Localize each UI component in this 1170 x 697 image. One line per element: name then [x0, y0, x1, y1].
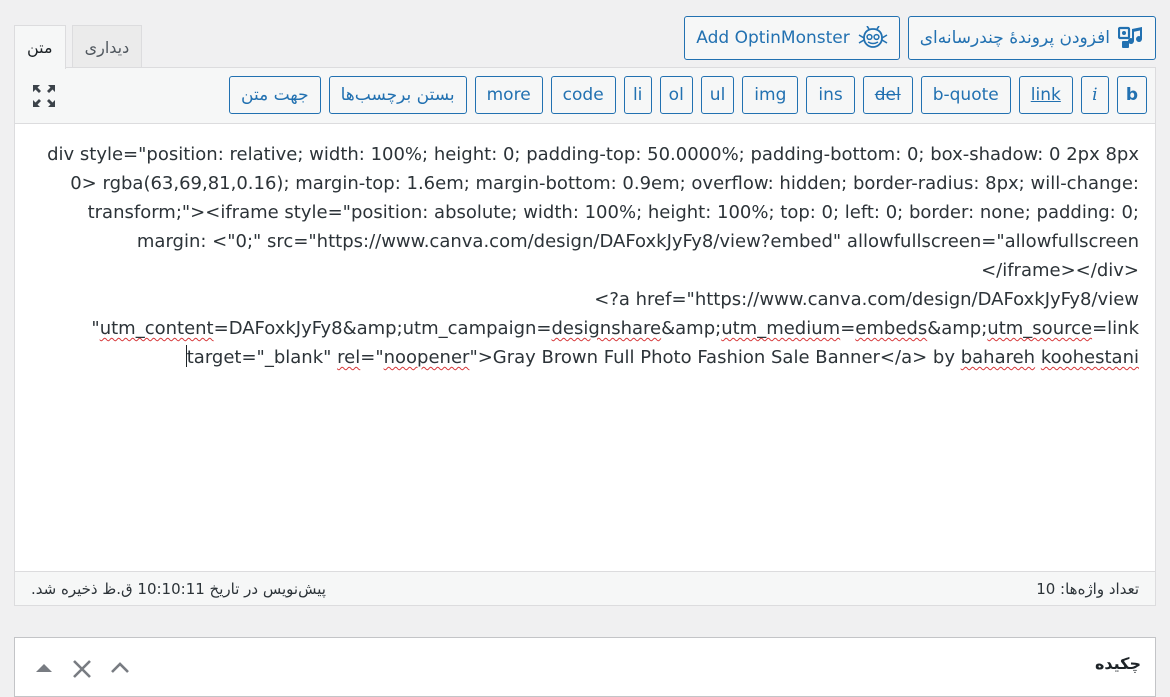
postbox-handles [31, 656, 133, 682]
close-icon[interactable] [69, 656, 95, 682]
text-run: target="_blank" rel="noopener">Gray Brow… [185, 345, 1139, 368]
excerpt-postbox: چکیده [14, 637, 1156, 697]
tab-visual[interactable]: دیداری [71, 25, 143, 68]
quicktag-button-i[interactable]: i [1080, 76, 1109, 114]
fullscreen-icon[interactable] [31, 83, 57, 109]
spell-error: koohestani [1040, 347, 1139, 368]
quicktags-toolbar: b i link b-quote del ins img ul ol li code more بستن… [15, 68, 1155, 124]
editor-tabs: متن دیداری [14, 25, 143, 69]
spell-error: designshare [551, 318, 662, 339]
quicktag-button-link[interactable]: link [1018, 76, 1073, 114]
text-run: target="_blank" [186, 347, 338, 368]
add-media-label: افزودن پروندهٔ چندرسانه‌ای [919, 28, 1110, 48]
quicktag-button-ins[interactable]: ins [806, 76, 855, 114]
quicktag-button-b[interactable]: b [1116, 76, 1147, 114]
excerpt-title: چکیده [1094, 654, 1141, 673]
text-run: &amp; [927, 318, 988, 339]
text-run: ">Gray Brown Full Photo Fashion Sale Ban… [469, 347, 961, 368]
text-run: =" [360, 347, 384, 368]
spell-error: utm_medium [721, 318, 841, 339]
content-line: <iframe></div/> [981, 260, 1139, 281]
content-line: div style="position: relative; width: 10… [47, 144, 1139, 252]
text-run: =DAFoxkJyFy8&amp;utm_campaign= [213, 318, 552, 339]
add-media-button[interactable]: افزودن پروندهٔ چندرسانه‌ای [907, 16, 1156, 60]
autosave-status: پیش‌نویس در تاریخ 10:10:11 ق.ظ ذخیره شد. [31, 579, 326, 598]
add-media-icon [1118, 26, 1144, 50]
quicktag-button-ol[interactable]: ol [659, 76, 693, 114]
spell-error: utm_source [987, 318, 1093, 339]
word-count: تعداد واژه‌ها: 10 [1036, 579, 1139, 598]
quicktag-button-del[interactable]: del [862, 76, 913, 114]
content-textarea[interactable]: div style="position: relative; width: 10… [15, 124, 1155, 571]
content-line: target="_blank" rel="noopener">Gray Brow… [45, 343, 1139, 372]
text-editor: b i link b-quote del ins img ul ol li code more بستن… [14, 67, 1156, 606]
spell-error: rel [337, 347, 361, 368]
quicktag-button-ul[interactable]: ul [700, 76, 735, 114]
quicktag-button-code[interactable]: code [550, 76, 616, 114]
spell-error: utm_content [99, 318, 214, 339]
quicktag-button-more[interactable]: more [474, 76, 543, 114]
spell-error: embeds [855, 318, 928, 339]
text-run: &amp; [661, 318, 722, 339]
content-line: a href="https://www.canva.com/design/DAF… [594, 289, 1139, 310]
media-buttons: افزودن پروندهٔ چندرسانه‌ای Add OptinMons… [684, 16, 1156, 60]
quicktag-button-img[interactable]: img [742, 76, 799, 114]
quicktag-buttons: b i link b-quote del ins img ul ol li code more بستن… [229, 76, 1147, 114]
quicktag-button-بستن-برچسب‌ها[interactable]: بستن برچسب‌ها [328, 76, 467, 114]
tab-text[interactable]: متن [14, 25, 66, 69]
spell-error: noopener [383, 347, 470, 368]
quicktag-button-جهت-متن[interactable]: جهت متن [229, 76, 321, 114]
spell-error: bahareh [960, 347, 1036, 368]
quicktag-button-b-quote[interactable]: b-quote [920, 76, 1011, 114]
editor-statusbar: پیش‌نویس در تاریخ 10:10:11 ق.ظ ذخیره شد.… [15, 571, 1155, 605]
optinmonster-icon [858, 26, 888, 50]
text-run: = [840, 318, 856, 339]
quicktag-button-li[interactable]: li [623, 76, 652, 114]
move-up-icon[interactable] [31, 656, 57, 682]
add-optinmonster-label: Add OptinMonster [696, 28, 850, 48]
collapse-icon[interactable] [107, 656, 133, 682]
content-line: utm_content=DAFoxkJyFy8&amp;utm_campaign… [45, 314, 1139, 343]
add-optinmonster-button[interactable]: Add OptinMonster [684, 16, 900, 60]
